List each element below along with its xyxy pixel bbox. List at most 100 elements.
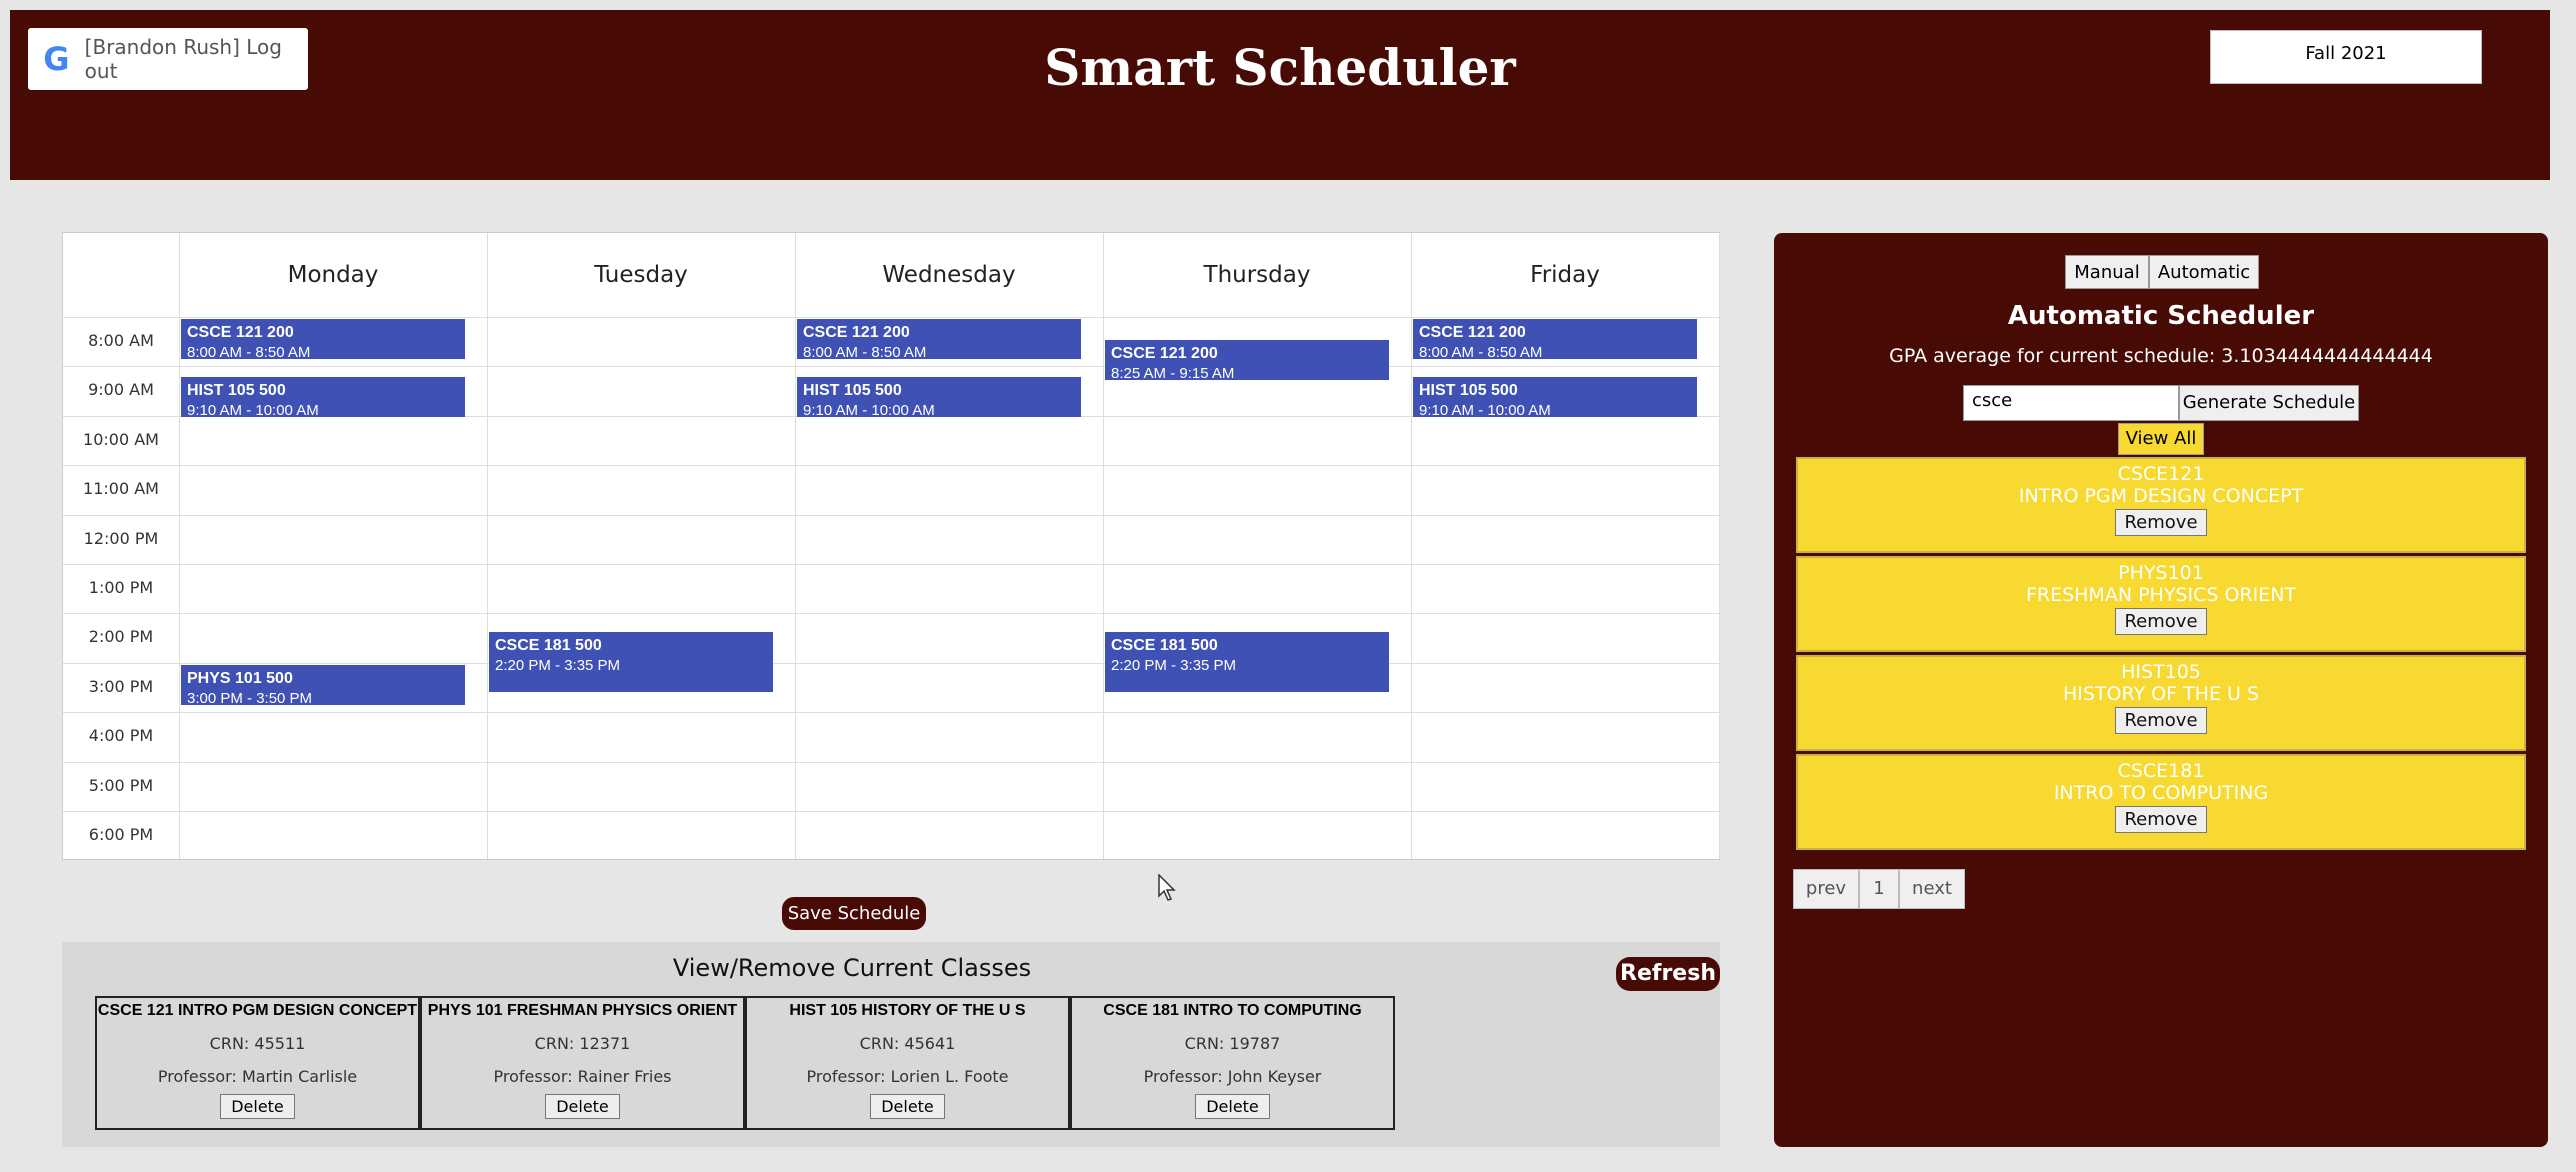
event-time: 8:00 AM - 8:50 AM: [187, 344, 311, 359]
event-course-name: CSCE 121 200: [1419, 324, 1526, 341]
grid-row-line: [63, 366, 1719, 368]
remove-course-button[interactable]: Remove: [2115, 806, 2207, 833]
event-course-name: HIST 105 500: [187, 381, 286, 399]
mouse-cursor-icon: [1158, 874, 1176, 901]
grid-row-line: [63, 811, 1719, 812]
event-time: 8:00 AM - 8:50 AM: [1419, 344, 1543, 359]
time-label: 3:00 PM: [88, 676, 154, 696]
course-title: HISTORY OF THE U S: [2062, 683, 2259, 705]
day-header: Friday: [1530, 262, 1600, 288]
delete-class-button[interactable]: Delete: [545, 1094, 620, 1119]
event-time: 8:00 AM - 8:50 AM: [803, 344, 927, 359]
time-label: 11:00 AM: [83, 479, 159, 499]
class-professor: Professor: Martin Carlisle: [157, 1067, 358, 1086]
event-time: 2:20 PM - 3:35 PM: [1111, 656, 1237, 674]
event-course-name: HIST 105 500: [803, 381, 902, 399]
course-search-input[interactable]: csce: [1963, 385, 2179, 421]
event-course-name: HIST 105 500: [1419, 381, 1518, 399]
prev-page-button[interactable]: prev: [1793, 869, 1859, 909]
generate-schedule-button[interactable]: Generate Schedule: [2179, 385, 2359, 421]
view-all-button[interactable]: View All: [2118, 423, 2204, 455]
day-header: Thursday: [1203, 262, 1311, 288]
event-time: 2:20 PM - 3:35 PM: [495, 656, 621, 674]
day-header: Wednesday: [882, 262, 1016, 288]
next-page-button[interactable]: next: [1899, 869, 1965, 909]
save-schedule-button[interactable]: Save Schedule: [782, 897, 926, 930]
time-label: 2:00 PM: [88, 627, 154, 647]
calendar-event[interactable]: CSCE 181 500 2:20 PM - 3:35 PM: [489, 631, 773, 692]
course-code: PHYS101: [2118, 562, 2204, 584]
calendar-event[interactable]: HIST 105 500 9:10 AM - 10:00 AM: [797, 376, 1081, 417]
time-label: 1:00 PM: [88, 578, 154, 597]
class-card: CSCE 181 INTRO TO COMPUTING CRN: 19787 P…: [1070, 996, 1395, 1130]
remove-course-button[interactable]: Remove: [2115, 707, 2207, 734]
time-label: 12:00 PM: [83, 528, 159, 548]
calendar-event[interactable]: CSCE 121 200 8:25 AM - 9:15 AM: [1105, 339, 1389, 380]
calendar-event[interactable]: CSCE 121 200 8:00 AM - 8:50 AM: [797, 319, 1081, 359]
class-name: HIST 105 HISTORY OF THE U S: [789, 1002, 1026, 1019]
calendar-event[interactable]: CSCE 121 200 8:00 AM - 8:50 AM: [1413, 319, 1697, 359]
event-time: 9:10 AM - 10:00 AM: [803, 401, 935, 417]
class-name: CSCE 181 INTRO TO COMPUTING: [1103, 1002, 1362, 1019]
class-professor: Professor: John Keyser: [1143, 1067, 1322, 1086]
event-course-name: CSCE 181 500: [495, 636, 602, 654]
time-label: 6:00 PM: [88, 825, 154, 844]
course-card: CSCE121 INTRO PGM DESIGN CONCEPT Remove: [1796, 457, 2526, 553]
refresh-button[interactable]: Refresh: [1616, 957, 1720, 991]
class-crn: CRN: 12371: [534, 1034, 631, 1053]
class-crn: CRN: 19787: [1184, 1034, 1281, 1053]
automatic-scheduler-panel: Manual Automatic Automatic Scheduler GPA…: [1774, 233, 2548, 1147]
class-professor: Professor: Rainer Fries: [493, 1067, 672, 1086]
calendar-event[interactable]: HIST 105 500 9:10 AM - 10:00 AM: [181, 376, 465, 417]
class-name: PHYS 101 FRESHMAN PHYSICS ORIENT: [427, 1002, 738, 1019]
grid-column-line: [1411, 233, 1412, 859]
grid-column-line: [1719, 233, 1720, 859]
remove-course-button[interactable]: Remove: [2115, 509, 2207, 536]
event-course-name: PHYS 101 500: [187, 669, 293, 687]
remove-course-button[interactable]: Remove: [2115, 608, 2207, 635]
gpa-average: GPA average for current schedule: 3.1034…: [1889, 345, 2433, 367]
class-card: CSCE 121 INTRO PGM DESIGN CONCEPT CRN: 4…: [95, 996, 420, 1130]
grid-column-line: [795, 233, 796, 859]
grid-row-line: [63, 317, 1719, 318]
course-card: HIST105 HISTORY OF THE U S Remove: [1796, 655, 2526, 751]
time-label: 8:00 AM: [88, 331, 154, 350]
automatic-mode-button[interactable]: Automatic: [2149, 255, 2259, 289]
page-number-button[interactable]: 1: [1859, 869, 1899, 909]
calendar-event[interactable]: CSCE 181 500 2:20 PM - 3:35 PM: [1105, 631, 1389, 692]
calendar-event[interactable]: PHYS 101 500 3:00 PM - 3:50 PM: [181, 664, 465, 705]
calendar-event[interactable]: CSCE 121 200 8:00 AM - 8:50 AM: [181, 319, 465, 359]
time-label: 5:00 PM: [88, 775, 154, 795]
panel-title: Automatic Scheduler: [2007, 301, 2315, 331]
class-crn: CRN: 45641: [859, 1034, 956, 1053]
event-time: 9:10 AM - 10:00 AM: [187, 401, 319, 417]
delete-class-button[interactable]: Delete: [220, 1094, 295, 1119]
grid-row-line: [63, 662, 1719, 664]
course-card: CSCE181 INTRO TO COMPUTING Remove: [1796, 754, 2526, 850]
delete-class-button[interactable]: Delete: [1195, 1094, 1270, 1119]
class-card: PHYS 101 FRESHMAN PHYSICS ORIENT CRN: 12…: [420, 996, 745, 1130]
event-time: 8:25 AM - 9:15 AM: [1111, 364, 1235, 380]
current-classes-panel: View/Remove Current Classes Refresh CSCE…: [62, 942, 1720, 1147]
class-card: HIST 105 HISTORY OF THE U S CRN: 45641 P…: [745, 996, 1070, 1130]
time-label: 9:00 AM: [88, 380, 154, 400]
course-title: INTRO PGM DESIGN CONCEPT: [2018, 485, 2304, 507]
grid-row-line: [63, 712, 1719, 714]
current-classes-title: View/Remove Current Classes: [672, 954, 1032, 982]
event-course-name: CSCE 181 500: [1111, 636, 1218, 654]
term-select[interactable]: Fall 2021: [2210, 30, 2482, 84]
header-bar: G [Brandon Rush] Log out Smart Scheduler…: [10, 10, 2550, 180]
time-label: 10:00 AM: [83, 429, 159, 449]
event-time: 9:10 AM - 10:00 AM: [1419, 401, 1551, 417]
class-name: CSCE 121 INTRO PGM DESIGN CONCEPT: [97, 1002, 418, 1019]
calendar-event[interactable]: HIST 105 500 9:10 AM - 10:00 AM: [1413, 376, 1697, 417]
delete-class-button[interactable]: Delete: [870, 1094, 945, 1119]
time-label: 4:00 PM: [88, 726, 154, 746]
grid-column-line: [1103, 233, 1104, 859]
manual-mode-button[interactable]: Manual: [2065, 255, 2149, 289]
class-professor: Professor: Lorien L. Foote: [806, 1067, 1009, 1086]
course-code: CSCE121: [2117, 463, 2205, 485]
event-time: 3:00 PM - 3:50 PM: [187, 689, 313, 705]
grid-row-line: [63, 613, 1719, 615]
course-title: FRESHMAN PHYSICS ORIENT: [2025, 584, 2297, 606]
